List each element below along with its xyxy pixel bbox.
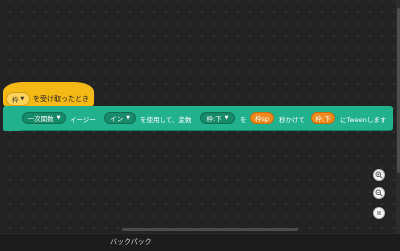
chevron-down-icon: ▼ (20, 95, 25, 102)
variable-dropdown[interactable]: 枠:下 ▼ (200, 112, 235, 124)
variable-value: 枠:下 (206, 115, 222, 123)
easing-type-value: 一次関数 (27, 115, 54, 123)
seconds-label: 秒かけて (279, 116, 305, 124)
easing-mode-dropdown[interactable]: イン ▼ (104, 112, 136, 124)
easing-type-dropdown[interactable]: 一次関数 ▼ (22, 112, 66, 124)
tween-label: にTweenします (340, 116, 387, 124)
duration-text: 枠:下 (315, 115, 331, 123)
target-value-reporter[interactable]: 枠sp (250, 112, 274, 124)
message-dropdown[interactable]: 枠 ▼ (6, 92, 30, 106)
target-value-text: 枠sp (254, 115, 269, 123)
zoom-out-icon (375, 189, 383, 197)
zoom-in-icon (375, 171, 383, 179)
zoom-in-button[interactable] (373, 169, 385, 181)
chevron-down-icon: ▼ (56, 114, 61, 121)
wo-label: を (240, 116, 247, 124)
duration-reporter[interactable]: 枠:下 (311, 112, 335, 124)
chevron-down-icon: ▼ (224, 114, 229, 121)
zoom-reset-button[interactable] (373, 207, 385, 219)
horizontal-scrollbar-thumb[interactable] (122, 228, 298, 231)
hat-block-label: を受け取ったとき (33, 95, 89, 103)
equals-icon (377, 211, 381, 215)
easing-label: イージー (70, 116, 96, 124)
backpack-tab[interactable]: バックパック (110, 237, 152, 247)
easing-mode-value: イン (110, 115, 124, 123)
block-notch (3, 128, 21, 131)
zoom-out-button[interactable] (373, 187, 385, 199)
using-variable-label: を使用して、変数 (140, 116, 192, 124)
chevron-down-icon: ▼ (126, 114, 130, 121)
bottom-bar (0, 233, 400, 251)
message-dropdown-value: 枠 (11, 96, 19, 104)
